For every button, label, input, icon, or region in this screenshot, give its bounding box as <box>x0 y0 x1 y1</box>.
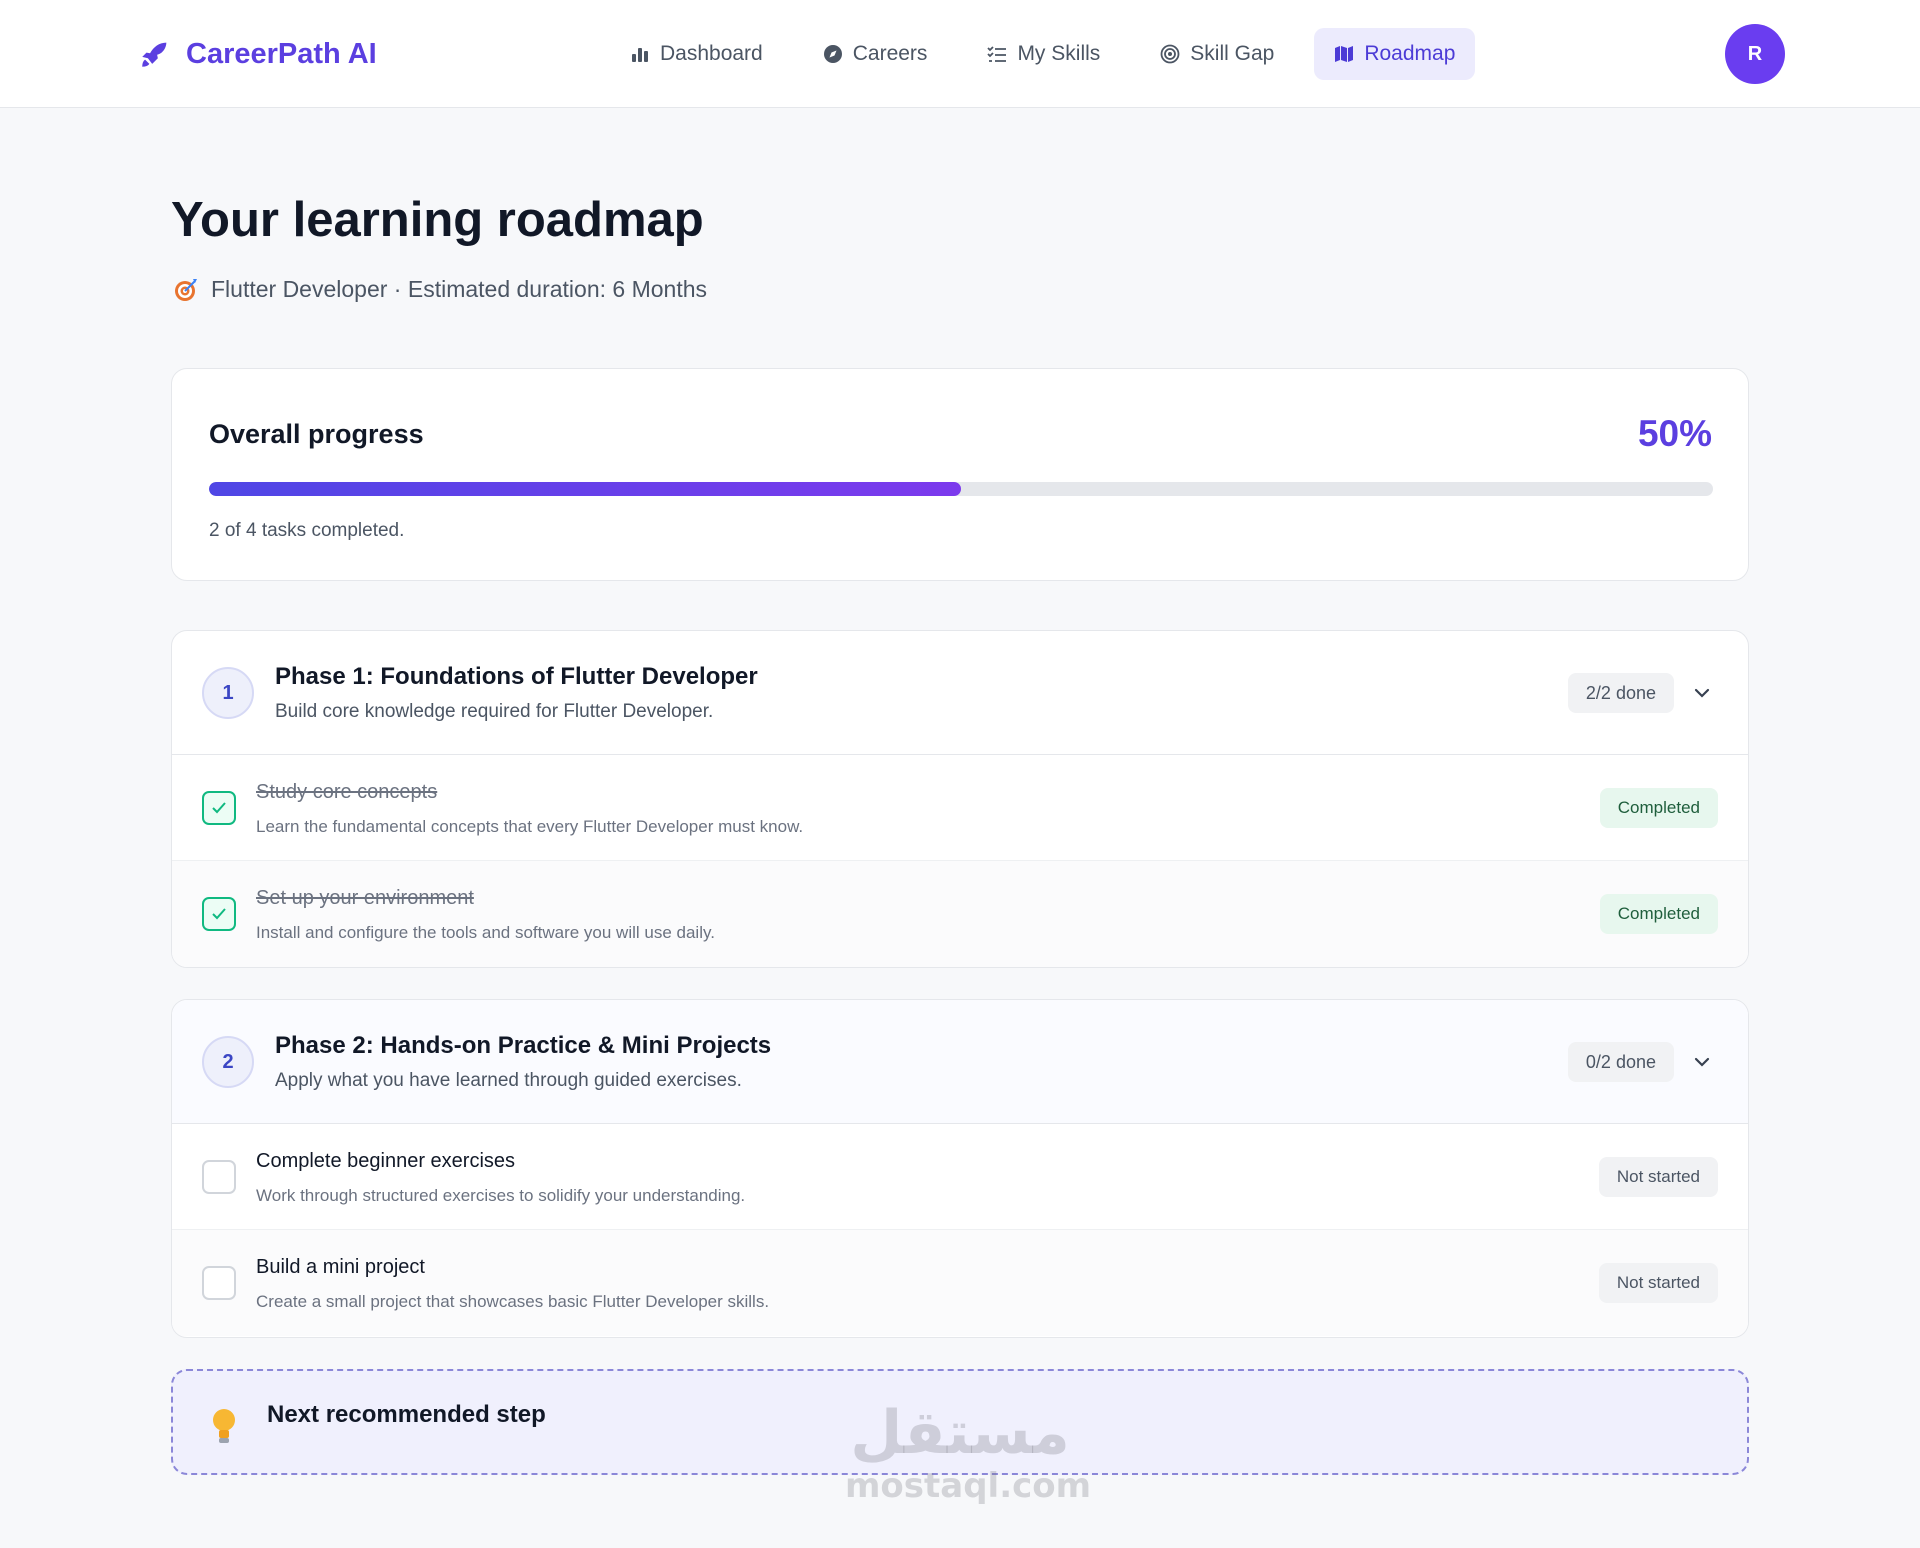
career-duration-text: Flutter Developer · Estimated duration: … <box>211 276 708 302</box>
checklist-icon <box>987 46 1007 62</box>
nav-skill-gap[interactable]: Skill Gap <box>1140 28 1294 80</box>
chevron-down-icon[interactable] <box>1690 1050 1714 1074</box>
task-checkbox[interactable] <box>202 791 236 825</box>
user-avatar[interactable]: R <box>1725 24 1785 84</box>
nav-roadmap-label: Roadmap <box>1364 42 1456 65</box>
check-icon <box>212 908 226 920</box>
rocket-icon <box>142 42 167 67</box>
phase-card-1: 1 Phase 1: Foundations of Flutter Develo… <box>171 630 1749 968</box>
task-row: Set up your environment Install and conf… <box>172 861 1748 967</box>
phase-description: Apply what you have learned through guid… <box>275 1070 742 1091</box>
phase-number-badge: 1 <box>202 667 254 719</box>
nav-careers-label: Careers <box>852 42 928 65</box>
phase-description: Build core knowledge required for Flutte… <box>275 701 714 722</box>
target-icon <box>1160 44 1180 64</box>
progress-bar <box>209 482 1713 496</box>
progress-percent: 50% <box>1637 413 1712 454</box>
task-row: Complete beginner exercises Work through… <box>172 1124 1748 1230</box>
status-badge: Completed <box>1599 894 1718 934</box>
bar-chart-icon <box>632 48 648 62</box>
brand-logo[interactable]: CareerPath AI <box>138 34 377 74</box>
check-icon <box>212 802 226 814</box>
phase-header[interactable]: 2 Phase 2: Hands-on Practice & Mini Proj… <box>172 1000 1748 1124</box>
map-icon <box>1335 46 1354 62</box>
task-title: Set up your environment <box>256 887 474 909</box>
task-description: Learn the fundamental concepts that ever… <box>256 817 804 836</box>
task-row: Build a mini project Create a small proj… <box>172 1230 1748 1336</box>
watermark-latin: mostaql.com <box>845 1466 1092 1506</box>
task-checkbox[interactable] <box>202 1266 236 1300</box>
chevron-down-icon[interactable] <box>1690 681 1714 705</box>
nav-my-skills[interactable]: My Skills <box>967 28 1120 80</box>
task-description: Create a small project that showcases ba… <box>256 1292 770 1311</box>
task-title: Build a mini project <box>256 1256 425 1278</box>
phase-header[interactable]: 1 Phase 1: Foundations of Flutter Develo… <box>172 631 1748 755</box>
top-navigation-bar: CareerPath AI Dashboard Careers My Skill… <box>0 0 1920 108</box>
progress-title: Overall progress <box>209 419 424 449</box>
main-nav: Dashboard Careers My Skills Skill Gap Ro… <box>610 28 1476 80</box>
phase-title: Phase 1: Foundations of Flutter Develope… <box>275 663 758 690</box>
nav-roadmap[interactable]: Roadmap <box>1314 28 1476 80</box>
task-description: Work through structured exercises to sol… <box>256 1186 746 1205</box>
task-title: Complete beginner exercises <box>256 1150 516 1172</box>
task-checkbox[interactable] <box>202 1160 236 1194</box>
status-badge: Not started <box>1598 1263 1718 1303</box>
watermark-logo: مستقل mostaql.com <box>845 1398 1092 1518</box>
page-title: Your learning roadmap <box>171 193 704 247</box>
status-badge: Not started <box>1598 1157 1718 1197</box>
phase-progress-badge: 2/2 done <box>1567 673 1674 713</box>
progress-bar-fill <box>209 482 961 496</box>
overall-progress-card: Overall progress 50% 2 of 4 tasks comple… <box>171 368 1749 581</box>
nav-dashboard-label: Dashboard <box>660 42 763 65</box>
phase-title: Phase 2: Hands-on Practice & Mini Projec… <box>275 1032 772 1059</box>
phase-progress-badge: 0/2 done <box>1567 1042 1674 1082</box>
status-badge: Completed <box>1599 788 1718 828</box>
bullseye-icon <box>175 278 197 301</box>
lightbulb-icon <box>213 1409 235 1443</box>
phase-number-badge: 2 <box>202 1036 254 1088</box>
task-description: Install and configure the tools and soft… <box>256 923 715 942</box>
nav-my-skills-label: My Skills <box>1017 42 1101 65</box>
task-row: Study core concepts Learn the fundamenta… <box>172 755 1748 861</box>
task-title: Study core concepts <box>256 781 438 803</box>
progress-note: 2 of 4 tasks completed. <box>209 520 405 541</box>
nav-careers[interactable]: Careers <box>803 28 948 80</box>
brand-name: CareerPath AI <box>186 37 377 70</box>
nav-skill-gap-label: Skill Gap <box>1190 42 1275 65</box>
compass-icon <box>823 45 842 63</box>
next-step-title: Next recommended step <box>267 1401 546 1428</box>
phase-card-2: 2 Phase 2: Hands-on Practice & Mini Proj… <box>171 999 1749 1338</box>
nav-dashboard[interactable]: Dashboard <box>610 28 783 80</box>
page-subtitle: Flutter Developer · Estimated duration: … <box>173 276 707 303</box>
task-checkbox[interactable] <box>202 897 236 931</box>
watermark-arabic: مستقل <box>850 1398 1070 1468</box>
